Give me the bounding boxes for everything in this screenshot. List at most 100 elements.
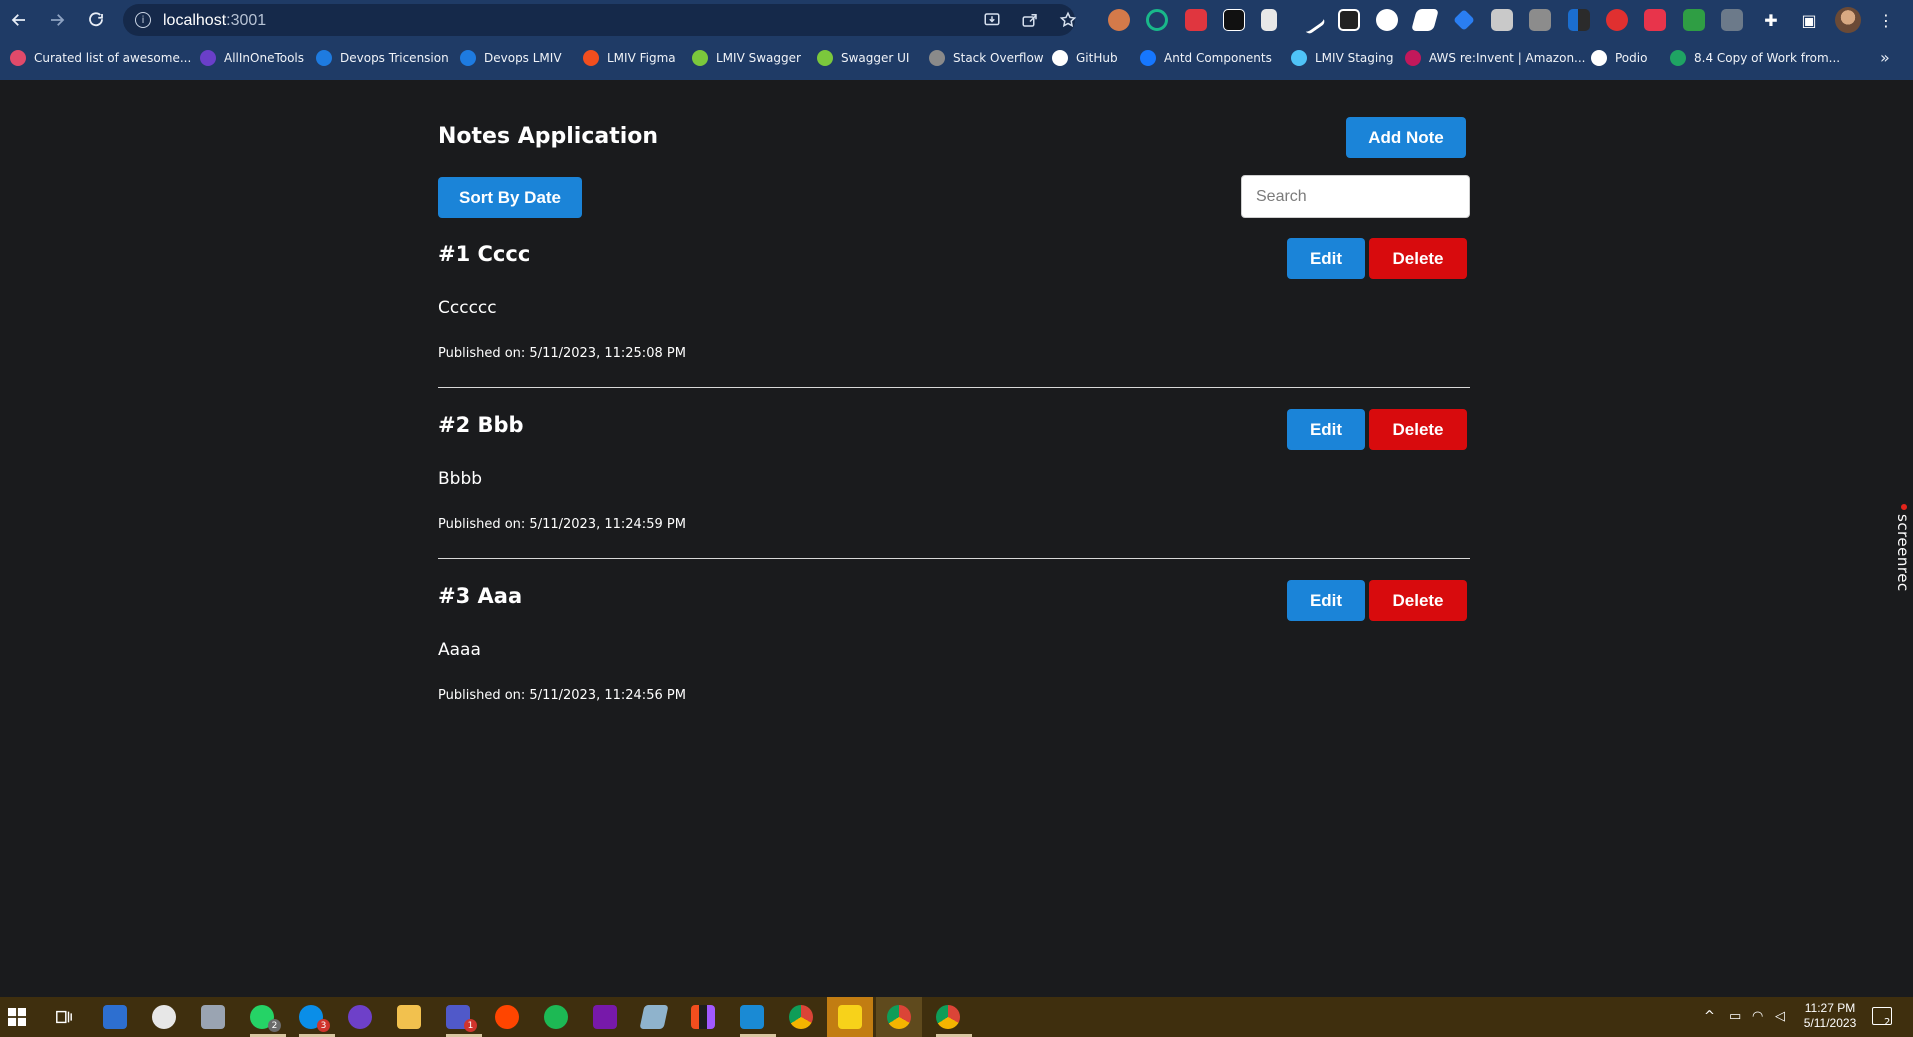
- extension-icon[interactable]: [1491, 9, 1513, 31]
- bookmark-item[interactable]: GitHub: [1052, 49, 1118, 67]
- bookmark-item[interactable]: AllInOneTools: [200, 49, 304, 67]
- figma-icon[interactable]: [691, 1005, 715, 1029]
- extension-icon[interactable]: [1644, 9, 1666, 31]
- microsoft-store-icon[interactable]: [103, 1005, 127, 1029]
- install-app-icon[interactable]: [983, 11, 1001, 29]
- bookmark-label: AllInOneTools: [224, 51, 305, 65]
- bookmark-item[interactable]: Curated list of awesome...: [10, 49, 191, 67]
- extension-icon[interactable]: [1721, 9, 1743, 31]
- bookmark-star-icon[interactable]: [1059, 11, 1077, 29]
- bookmark-favicon-icon: [460, 50, 476, 66]
- bookmark-favicon-icon: [1291, 50, 1307, 66]
- note-body: Bbbb: [438, 469, 483, 489]
- site-info-icon[interactable]: i: [135, 12, 151, 28]
- extension-icon[interactable]: [1376, 9, 1398, 31]
- share-icon[interactable]: [1021, 11, 1039, 29]
- browser-menu-icon[interactable]: ⋮: [1874, 8, 1898, 32]
- windows-start-icon[interactable]: [8, 1008, 26, 1026]
- paint-icon[interactable]: [152, 1005, 176, 1029]
- show-hidden-icons-icon[interactable]: ^: [1704, 1009, 1715, 1024]
- note-body: Aaaa: [438, 640, 481, 660]
- bookmark-item[interactable]: LMIV Figma: [583, 49, 676, 67]
- note-published-date: Published on: 5/11/2023, 11:24:59 PM: [438, 517, 686, 532]
- delete-note-button[interactable]: Delete: [1369, 409, 1467, 450]
- bookmark-label: Podio: [1615, 51, 1648, 65]
- extension-icon[interactable]: [1568, 9, 1590, 31]
- note-title: #2 Bbb: [438, 413, 524, 437]
- vscode-icon[interactable]: [740, 1005, 764, 1029]
- system-clock[interactable]: 11:27 PM 5/11/2023: [1792, 1001, 1868, 1031]
- battery-icon[interactable]: ▭: [1729, 1009, 1741, 1024]
- note-divider: [438, 558, 1470, 559]
- onenote-icon[interactable]: [593, 1005, 617, 1029]
- bookmark-item[interactable]: 8.4 Copy of Work from...: [1670, 49, 1840, 67]
- bookmark-favicon-icon: [200, 50, 216, 66]
- extension-icon[interactable]: [1338, 9, 1360, 31]
- extension-icon[interactable]: [1108, 9, 1130, 31]
- note-item: #3 Aaa Edit Delete Aaaa Published on: 5/…: [438, 580, 1470, 751]
- more-bookmarks-icon[interactable]: »: [1880, 48, 1890, 67]
- address-url[interactable]: localhost:3001: [163, 12, 266, 30]
- chrome-profile-icon[interactable]: [936, 1005, 960, 1029]
- bookmark-favicon-icon: [929, 50, 945, 66]
- address-bar[interactable]: i localhost:3001: [123, 4, 1077, 36]
- bookmark-favicon-icon: [10, 50, 26, 66]
- sort-by-date-button[interactable]: Sort By Date: [438, 177, 582, 218]
- bookmark-label: 8.4 Copy of Work from...: [1694, 51, 1841, 65]
- sticky-notes-icon[interactable]: [838, 1005, 862, 1029]
- bookmark-item[interactable]: LMIV Swagger: [692, 49, 801, 67]
- add-note-button[interactable]: Add Note: [1346, 117, 1466, 158]
- edit-note-button[interactable]: Edit: [1287, 238, 1365, 279]
- bookmark-label: Antd Components: [1164, 51, 1272, 65]
- wifi-icon[interactable]: ◠: [1752, 1009, 1763, 1024]
- extension-icon[interactable]: [1683, 9, 1705, 31]
- note-published-date: Published on: 5/11/2023, 11:24:56 PM: [438, 688, 686, 703]
- bookmark-label: Devops LMIV: [484, 51, 562, 65]
- bookmark-item[interactable]: Devops LMIV: [460, 49, 562, 67]
- screen-recorder-tab[interactable]: screenrec: [1893, 504, 1913, 604]
- extension-icon[interactable]: [1453, 9, 1475, 31]
- bookmark-item[interactable]: Stack Overflow: [929, 49, 1044, 67]
- extension-icon[interactable]: [1146, 9, 1168, 31]
- edit-note-button[interactable]: Edit: [1287, 580, 1365, 621]
- side-panel-icon[interactable]: ▣: [1797, 8, 1821, 32]
- bookmark-item[interactable]: Podio: [1591, 49, 1647, 67]
- extension-icon[interactable]: [1529, 9, 1551, 31]
- back-icon[interactable]: [5, 6, 33, 34]
- calculator-icon[interactable]: [201, 1005, 225, 1029]
- extension-icon[interactable]: [1185, 9, 1207, 31]
- edit-note-button[interactable]: Edit: [1287, 409, 1365, 450]
- task-view-icon[interactable]: [55, 1008, 73, 1026]
- note-title: #1 Cccc: [438, 242, 531, 266]
- notepad-icon[interactable]: [639, 1005, 669, 1029]
- bookmark-item[interactable]: Antd Components: [1140, 49, 1272, 67]
- bookmark-label: LMIV Swagger: [716, 51, 801, 65]
- extension-icon[interactable]: [1606, 9, 1628, 31]
- bookmark-item[interactable]: Swagger UI: [817, 49, 909, 67]
- extensions-puzzle-icon[interactable]: ✚: [1759, 8, 1783, 32]
- bookmark-item[interactable]: LMIV Staging: [1291, 49, 1393, 67]
- search-input[interactable]: [1241, 175, 1470, 218]
- bookmark-item[interactable]: Devops Tricension: [316, 49, 449, 67]
- extension-icon[interactable]: [1411, 9, 1439, 31]
- reddit-icon[interactable]: [495, 1005, 519, 1029]
- note-item: #1 Cccc Edit Delete Cccccc Published on:…: [438, 238, 1470, 409]
- extension-icon[interactable]: [1223, 9, 1245, 31]
- reload-icon[interactable]: [82, 6, 110, 34]
- bookmark-item[interactable]: AWS re:Invent | Amazon...: [1405, 49, 1586, 67]
- profile-avatar[interactable]: [1835, 7, 1861, 33]
- spotify-icon[interactable]: [544, 1005, 568, 1029]
- github-desktop-icon[interactable]: [348, 1005, 372, 1029]
- chrome-profile-icon[interactable]: [887, 1005, 911, 1029]
- extension-icon[interactable]: [1295, 4, 1327, 36]
- file-explorer-icon[interactable]: [397, 1005, 421, 1029]
- note-item: #2 Bbb Edit Delete Bbbb Published on: 5/…: [438, 409, 1470, 580]
- volume-icon[interactable]: ◁: [1775, 1009, 1785, 1024]
- recording-dot-icon: [1901, 504, 1907, 510]
- chrome-icon[interactable]: [789, 1005, 813, 1029]
- extension-icon[interactable]: [1261, 9, 1277, 31]
- delete-note-button[interactable]: Delete: [1369, 238, 1467, 279]
- bookmark-favicon-icon: [583, 50, 599, 66]
- delete-note-button[interactable]: Delete: [1369, 580, 1467, 621]
- forward-icon[interactable]: [43, 6, 71, 34]
